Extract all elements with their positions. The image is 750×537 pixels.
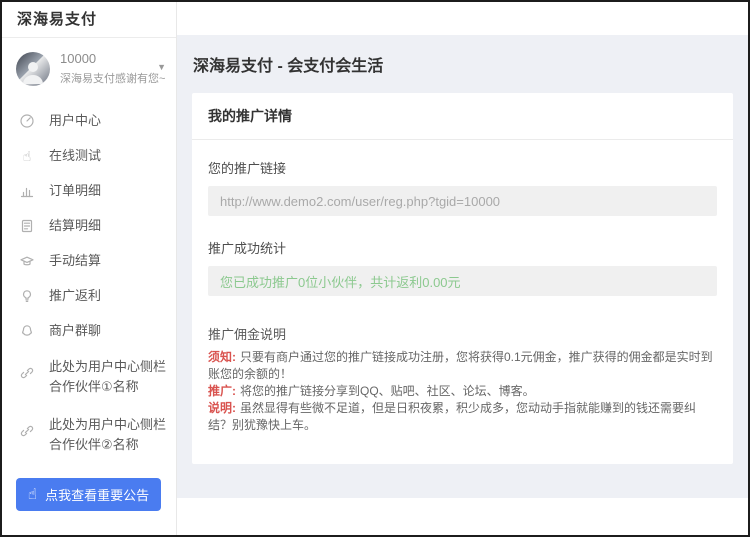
sidebar-item-label: 商户群聊	[49, 322, 101, 339]
hand-pointer-icon: ☝	[18, 148, 36, 164]
promo-stats-value: 您已成功推广0位小伙伴，共计返利0.00元	[208, 266, 717, 296]
sidebar-item-label: 结算明细	[49, 217, 101, 234]
sidebar-item-promo-rebate[interactable]: 推广返利	[2, 278, 176, 313]
promo-link-label: 您的推广链接	[208, 158, 717, 177]
note-line-explain: 说明:虽然显得有些微不足道，但是日积夜累，积少成多，您动动手指就能赚到的钱还需要…	[208, 400, 717, 434]
sidebar-item-label: 订单明细	[49, 182, 101, 199]
content-wrapper: 深海易支付 - 会支付会生活 我的推广详情 您的推广链接 推广成功统计 您已成功…	[177, 35, 748, 498]
chevron-down-icon[interactable]: ▼	[157, 62, 166, 72]
sidebar-item-settlement-details[interactable]: 结算明细	[2, 208, 176, 243]
page-title: 深海易支付 - 会支付会生活	[192, 35, 733, 76]
sidebar-item-partner-2[interactable]: 此处为用户中心侧栏合作伙伴②名称	[2, 406, 176, 464]
sidebar-item-manual-settlement[interactable]: 手动结算	[2, 243, 176, 278]
user-meta: 10000 深海易支付感谢有您~	[60, 51, 165, 86]
note-text: 只要有商户通过您的推广链接成功注册，您将获得0.1元佣金，推广获得的佣金都是实时…	[208, 350, 713, 381]
lightbulb-icon	[18, 288, 36, 304]
announcement-button-label: 点我查看重要公告	[45, 485, 149, 504]
note-label: 推广:	[208, 384, 236, 398]
link-icon	[18, 365, 36, 381]
sidebar-item-user-center[interactable]: 用户中心	[2, 103, 176, 138]
brand-logo: 深海易支付	[2, 2, 176, 38]
promo-stats-label: 推广成功统计	[208, 238, 717, 257]
promo-details-card: 我的推广详情 您的推广链接 推广成功统计 您已成功推广0位小伙伴，共计返利0.0…	[192, 93, 733, 464]
promo-link-input[interactable]	[208, 186, 717, 216]
sidebar-item-online-test[interactable]: ☝ 在线测试	[2, 138, 176, 173]
sidebar-item-label: 在线测试	[49, 147, 101, 164]
sidebar-item-merchant-chat[interactable]: 商户群聊	[2, 313, 176, 348]
main-content: 深海易支付 - 会支付会生活 我的推广详情 您的推广链接 推广成功统计 您已成功…	[177, 2, 748, 535]
announcement-button[interactable]: ☝ 点我查看重要公告	[16, 478, 161, 511]
sidebar-item-label: 推广返利	[49, 287, 101, 304]
note-line-promote: 推广: 将您的推广链接分享到QQ、贴吧、社区、论坛、博客。	[208, 383, 717, 400]
graduation-cap-icon	[18, 253, 36, 269]
app-window: 深海易支付 10000 深海易支付感谢有您~ ▼ 用户中心 ☝ 在线测试	[0, 0, 750, 537]
footer-whitespace	[177, 498, 748, 535]
note-label: 说明:	[208, 401, 236, 415]
note-label: 须知:	[208, 350, 236, 364]
card-body: 您的推广链接 推广成功统计 您已成功推广0位小伙伴，共计返利0.00元 推广佣金…	[192, 140, 733, 464]
note-text: 将您的推广链接分享到QQ、贴吧、社区、论坛、博客。	[240, 384, 535, 398]
user-id: 10000	[60, 51, 165, 66]
commission-notes: 推广佣金说明 须知:只要有商户通过您的推广链接成功注册，您将获得0.1元佣金，推…	[208, 324, 717, 434]
sidebar-item-label: 用户中心	[49, 112, 101, 129]
note-line-notice: 须知:只要有商户通过您的推广链接成功注册，您将获得0.1元佣金，推广获得的佣金都…	[208, 349, 717, 383]
sidebar-menu: 用户中心 ☝ 在线测试 订单明细 结算明细	[2, 99, 176, 464]
bar-chart-icon	[18, 183, 36, 199]
top-bar	[177, 2, 748, 35]
avatar	[16, 52, 50, 86]
sidebar: 深海易支付 10000 深海易支付感谢有您~ ▼ 用户中心 ☝ 在线测试	[2, 2, 177, 535]
chat-blob-icon	[18, 323, 36, 339]
user-panel[interactable]: 10000 深海易支付感谢有您~ ▼	[2, 38, 176, 99]
dashboard-icon	[18, 113, 36, 129]
sidebar-item-label: 手动结算	[49, 252, 101, 269]
link-icon	[18, 423, 36, 439]
card-title: 我的推广详情	[192, 93, 733, 140]
user-greeting: 深海易支付感谢有您~	[60, 70, 165, 86]
sidebar-item-label: 此处为用户中心侧栏合作伙伴①名称	[49, 357, 166, 397]
hand-pointer-icon: ☝	[28, 487, 37, 502]
calculator-icon	[18, 218, 36, 234]
note-text: 虽然显得有些微不足道，但是日积夜累，积少成多，您动动手指就能赚到的钱还需要纠结？…	[208, 401, 696, 432]
commission-notes-title: 推广佣金说明	[208, 324, 717, 343]
sidebar-item-order-details[interactable]: 订单明细	[2, 173, 176, 208]
sidebar-item-label: 此处为用户中心侧栏合作伙伴②名称	[49, 415, 166, 455]
sidebar-item-partner-1[interactable]: 此处为用户中心侧栏合作伙伴①名称	[2, 348, 176, 406]
